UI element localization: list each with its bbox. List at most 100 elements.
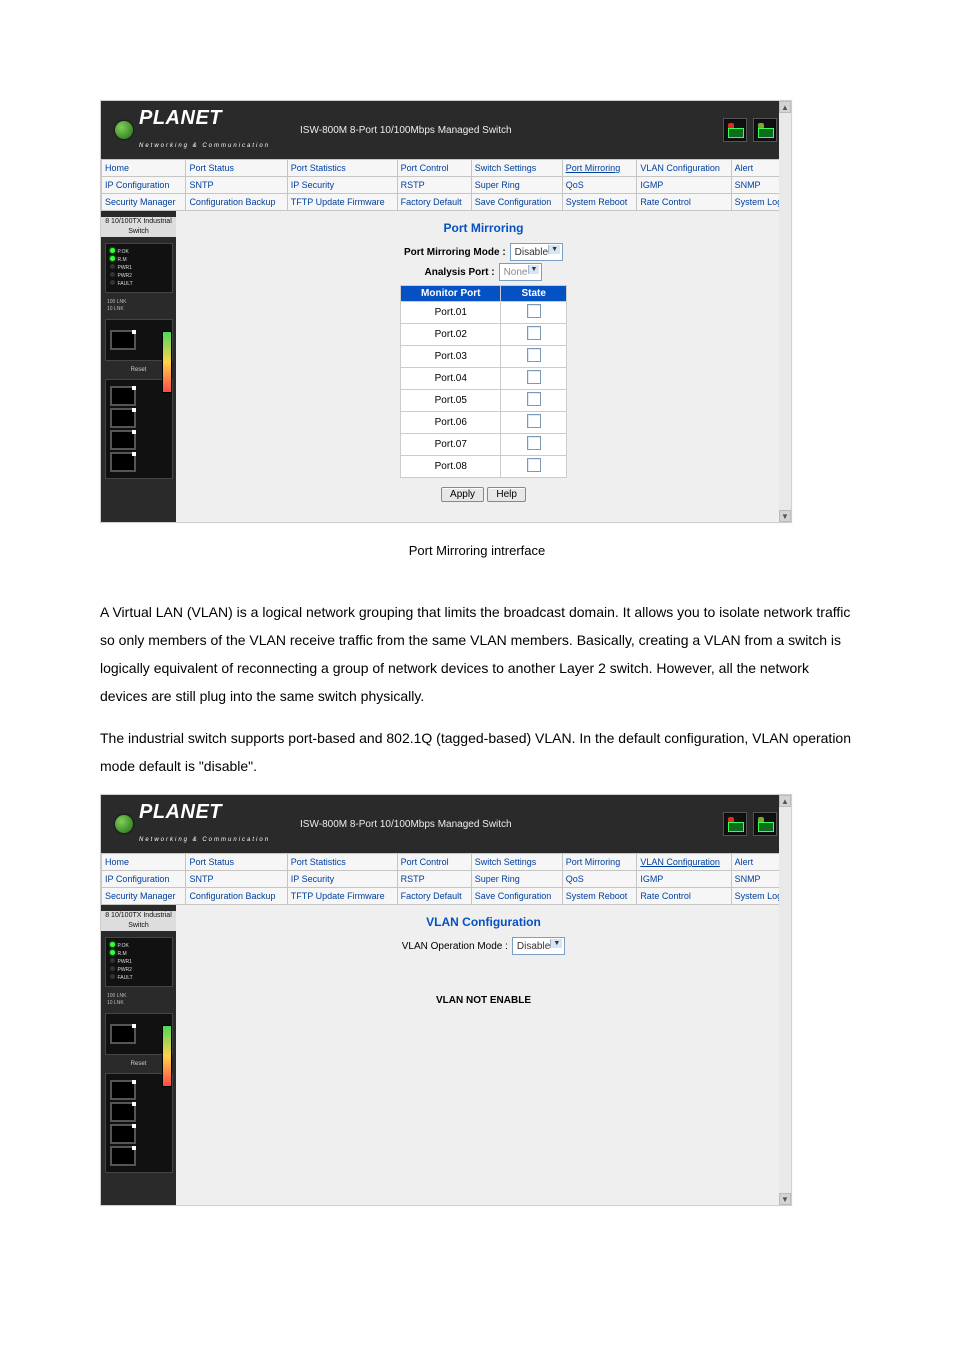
device-panel: 8 10/100TX Industrial Switch P.OKR.MPWR1…	[101, 211, 176, 522]
nav-item-rate-control[interactable]: Rate Control	[637, 194, 731, 211]
table-row: Port.01	[401, 302, 567, 324]
vlan-mode-select[interactable]: Disable	[512, 937, 565, 955]
product-title: ISW-800M 8-Port 10/100Mbps Managed Switc…	[270, 125, 723, 136]
brand-name: PLANET	[139, 801, 222, 823]
brand-logo: PLANET Networking & Communication	[115, 801, 270, 847]
brand-sub: Networking & Communication	[139, 837, 270, 843]
nav-item-save-configuration[interactable]: Save Configuration	[471, 888, 562, 905]
app-header: PLANET Networking & Communication ISW-80…	[101, 101, 791, 159]
nav-item-port-statistics[interactable]: Port Statistics	[287, 854, 397, 871]
state-checkbox[interactable]	[527, 436, 541, 450]
nav-item-super-ring[interactable]: Super Ring	[471, 177, 562, 194]
led-pwr2: PWR2	[110, 272, 168, 280]
nav-item-port-mirroring[interactable]: Port Mirroring	[562, 854, 637, 871]
nav-item-sntp[interactable]: SNTP	[186, 177, 287, 194]
table-row: Port.02	[401, 324, 567, 346]
port-cell: Port.06	[401, 412, 501, 434]
nav-item-system-reboot[interactable]: System Reboot	[562, 194, 637, 211]
nav-item-port-control[interactable]: Port Control	[397, 160, 471, 177]
legend-icon-1	[723, 118, 747, 142]
nav-item-security-manager[interactable]: Security Manager	[102, 888, 186, 905]
analysis-port-select[interactable]: None	[499, 263, 543, 281]
analysis-port-label: Analysis Port :	[425, 267, 495, 278]
nav-item-home[interactable]: Home	[102, 160, 186, 177]
nav-item-switch-settings[interactable]: Switch Settings	[471, 160, 562, 177]
nav-item-ip-configuration[interactable]: IP Configuration	[102, 177, 186, 194]
nav-item-rstp[interactable]: RSTP	[397, 177, 471, 194]
port-illustration	[110, 330, 136, 350]
nav-item-ip-security[interactable]: IP Security	[287, 177, 397, 194]
port-cell: Port.01	[401, 302, 501, 324]
nav-item-port-control[interactable]: Port Control	[397, 854, 471, 871]
nav-item-factory-default[interactable]: Factory Default	[397, 194, 471, 211]
side-meter	[162, 331, 172, 393]
led-pwr2: PWR2	[110, 966, 168, 974]
led-fault: FAULT	[110, 974, 168, 982]
nav-item-qos[interactable]: QoS	[562, 177, 637, 194]
side-meter	[162, 1025, 172, 1087]
nav-item-tftp-update-firmware[interactable]: TFTP Update Firmware	[287, 194, 397, 211]
apply-button[interactable]: Apply	[441, 487, 484, 502]
nav-item-port-statistics[interactable]: Port Statistics	[287, 160, 397, 177]
led-rm: R.M	[110, 256, 168, 264]
nav-item-security-manager[interactable]: Security Manager	[102, 194, 186, 211]
nav-item-port-mirroring[interactable]: Port Mirroring	[562, 160, 637, 177]
nav-item-port-status[interactable]: Port Status	[186, 854, 287, 871]
nav-item-save-configuration[interactable]: Save Configuration	[471, 194, 562, 211]
state-checkbox[interactable]	[527, 348, 541, 362]
nav-item-vlan-configuration[interactable]: VLAN Configuration	[637, 854, 731, 871]
table-row: Port.08	[401, 456, 567, 478]
nav-item-configuration-backup[interactable]: Configuration Backup	[186, 194, 287, 211]
nav-item-tftp-update-firmware[interactable]: TFTP Update Firmware	[287, 888, 397, 905]
device-caption: 8 10/100TX Industrial Switch	[101, 911, 176, 931]
nav-item-ip-configuration[interactable]: IP Configuration	[102, 871, 186, 888]
mirror-mode-select[interactable]: Disable	[510, 243, 563, 261]
scroll-down[interactable]: ▼	[779, 510, 791, 522]
nav-item-igmp[interactable]: IGMP	[637, 871, 731, 888]
vlan-mode-label: VLAN Operation Mode :	[402, 941, 508, 952]
nav-item-port-status[interactable]: Port Status	[186, 160, 287, 177]
content-port-mirroring: Port Mirroring Port Mirroring Mode : Dis…	[176, 211, 791, 522]
nav-item-sntp[interactable]: SNTP	[186, 871, 287, 888]
vlan-paragraph-1: A Virtual LAN (VLAN) is a logical networ…	[100, 598, 854, 710]
led-pwr1: PWR1	[110, 264, 168, 272]
state-checkbox[interactable]	[527, 326, 541, 340]
nav-item-igmp[interactable]: IGMP	[637, 177, 731, 194]
help-button[interactable]: Help	[487, 487, 526, 502]
vlan-paragraph-2: The industrial switch supports port-base…	[100, 724, 854, 780]
nav-item-vlan-configuration[interactable]: VLAN Configuration	[637, 160, 731, 177]
nav-item-configuration-backup[interactable]: Configuration Backup	[186, 888, 287, 905]
scroll-up[interactable]: ▲	[779, 101, 791, 113]
state-checkbox[interactable]	[527, 304, 541, 318]
nav-item-ip-security[interactable]: IP Security	[287, 871, 397, 888]
port-cell: Port.05	[401, 390, 501, 412]
nav-item-rstp[interactable]: RSTP	[397, 871, 471, 888]
globe-icon	[115, 121, 133, 139]
table-row: Port.06	[401, 412, 567, 434]
led-rm: R.M	[110, 950, 168, 958]
nav-item-system-reboot[interactable]: System Reboot	[562, 888, 637, 905]
meter-label: 100 LNK 10 LNK	[101, 299, 176, 313]
nav-item-super-ring[interactable]: Super Ring	[471, 871, 562, 888]
port-illustration	[110, 1024, 136, 1044]
led-pok: P.OK	[110, 942, 168, 950]
led-pok: P.OK	[110, 248, 168, 256]
scrollbar[interactable]	[779, 795, 791, 1205]
nav-item-factory-default[interactable]: Factory Default	[397, 888, 471, 905]
scroll-down[interactable]: ▼	[779, 1193, 791, 1205]
state-checkbox[interactable]	[527, 392, 541, 406]
product-title: ISW-800M 8-Port 10/100Mbps Managed Switc…	[270, 819, 723, 830]
scrollbar[interactable]	[779, 101, 791, 522]
scroll-up[interactable]: ▲	[779, 795, 791, 807]
led-pwr1: PWR1	[110, 958, 168, 966]
nav-item-switch-settings[interactable]: Switch Settings	[471, 854, 562, 871]
nav-item-qos[interactable]: QoS	[562, 871, 637, 888]
device-caption: 8 10/100TX Industrial Switch	[101, 217, 176, 237]
meter-label: 100 LNK 10 LNK	[101, 993, 176, 1007]
state-checkbox[interactable]	[527, 370, 541, 384]
state-checkbox[interactable]	[527, 414, 541, 428]
vlan-description: A Virtual LAN (VLAN) is a logical networ…	[100, 598, 854, 780]
nav-item-home[interactable]: Home	[102, 854, 186, 871]
nav-item-rate-control[interactable]: Rate Control	[637, 888, 731, 905]
state-checkbox[interactable]	[527, 458, 541, 472]
